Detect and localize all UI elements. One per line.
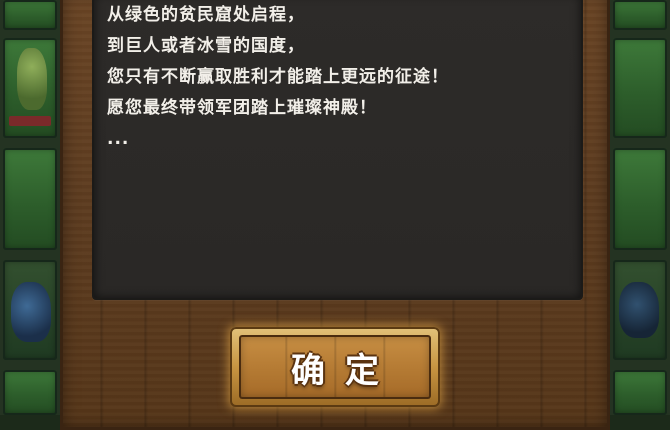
unit-card-empty[interactable] <box>613 0 667 30</box>
unit-card-empty[interactable] <box>3 148 57 250</box>
orc-creature-icon <box>17 48 47 110</box>
unit-card-orc[interactable] <box>3 38 57 138</box>
unit-card-blue-beast[interactable] <box>3 260 57 360</box>
unit-card-blue-beast[interactable] <box>613 260 667 360</box>
story-line: 愿您最终带领军团踏上璀璨神殿！ <box>107 98 377 118</box>
story-line: 到巨人或者冰雪的国度， <box>107 36 305 56</box>
story-line: 您只有不断赢取胜利才能踏上更远的征途！ <box>107 67 449 87</box>
card-pedestal <box>9 116 51 126</box>
confirm-button[interactable]: 确定 <box>239 335 431 399</box>
unit-card-empty[interactable] <box>613 370 667 415</box>
left-card-column <box>0 0 60 415</box>
story-text: 从绿色的贫民窟处启程， 到巨人或者冰雪的国度， 您只有不断赢取胜利才能踏上更远的… <box>107 0 567 155</box>
confirm-button-label: 确定 <box>291 350 399 391</box>
confirm-button-frame: 确定 <box>230 327 440 407</box>
unit-card-orc[interactable] <box>3 0 57 30</box>
blue-beast-creature-icon <box>11 282 51 342</box>
unit-card-empty[interactable] <box>613 38 667 138</box>
unit-card-empty[interactable] <box>613 148 667 250</box>
right-card-column <box>610 0 670 415</box>
unit-card-empty[interactable] <box>3 370 57 415</box>
blue-beast-creature-icon <box>619 282 659 338</box>
story-line: 从绿色的贫民窟处启程， <box>107 5 305 25</box>
story-ellipsis: ... <box>107 129 130 149</box>
